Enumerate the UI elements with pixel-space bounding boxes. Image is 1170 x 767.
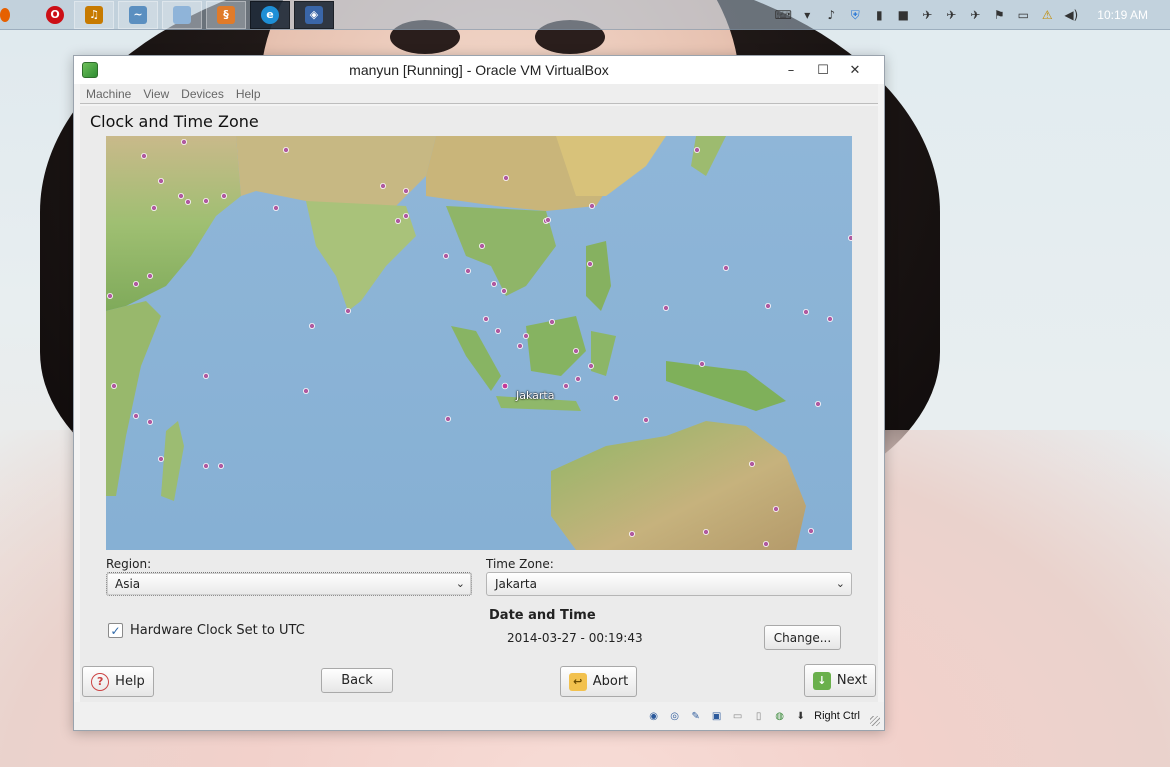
taskbar-clock[interactable]: 10:19 AM <box>1097 8 1148 22</box>
battery-icon[interactable]: ▭ <box>1015 8 1031 22</box>
help-button[interactable]: ? Help <box>82 666 154 697</box>
region-label: Region: <box>106 557 152 571</box>
window-icon[interactable]: ▮ <box>871 8 887 22</box>
chevron-down-icon[interactable]: ▾ <box>799 8 815 22</box>
taskbar-firefox[interactable] <box>0 1 10 29</box>
guest-screen: Clock and Time Zone Jakarta Region: Asia… <box>80 106 878 702</box>
volume-icon[interactable]: ◀) <box>1063 8 1079 22</box>
maximize-icon[interactable]: ☐ <box>808 59 838 81</box>
date-time-value: 2014-03-27 - 00:19:43 <box>507 631 643 645</box>
vm-status-bar: ◉ ◎ ✎ ▣ ▭ ▯ ◍ ⬇ Right Ctrl <box>74 702 884 730</box>
monitor-icon: ~ <box>129 5 147 24</box>
usb-icon[interactable]: ✎ <box>688 709 704 723</box>
display-icon[interactable]: ▯ <box>751 709 767 723</box>
taskbar-opera[interactable]: O <box>40 1 70 29</box>
taskbar: O ♫ ~ § e ◈ ⌨ ▾ ♪ ⛨ ▮ ■ ✈ ✈ ✈ ⚑ ▭ ⚠ ◀) 1… <box>0 0 1170 30</box>
menu-machine[interactable]: Machine <box>86 87 131 101</box>
hard-disk-icon[interactable]: ◉ <box>646 709 662 723</box>
notepad-icon <box>173 5 191 24</box>
virtualbox-logo-icon <box>82 62 98 78</box>
ie-icon: e <box>261 5 279 24</box>
optical-drive-icon[interactable]: ◎ <box>667 709 683 723</box>
abort-button[interactable]: ↩ Abort <box>560 666 637 697</box>
taskbar-virtualbox[interactable]: ◈ <box>294 0 334 29</box>
menu-bar: Machine View Devices Help <box>80 84 878 104</box>
help-button-label: Help <box>115 674 145 689</box>
mouse-integration-icon[interactable]: ◍ <box>772 709 788 723</box>
flag-icon[interactable]: ⚑ <box>991 8 1007 22</box>
menu-view[interactable]: View <box>143 87 169 101</box>
window-title: manyun [Running] - Oracle VM VirtualBox <box>349 62 609 78</box>
taskbar-app[interactable]: § <box>206 0 246 29</box>
network-icon[interactable]: ▣ <box>709 709 725 723</box>
app-icon: § <box>217 5 235 24</box>
taskbar-music-player[interactable]: ♫ <box>74 0 114 29</box>
next-button-label: Next <box>836 673 868 688</box>
window-titlebar[interactable]: manyun [Running] - Oracle VM VirtualBox … <box>74 56 884 84</box>
next-icon: ↓ <box>812 671 831 690</box>
close-icon[interactable]: ✕ <box>840 59 870 81</box>
host-key-icon[interactable]: ⬇ <box>793 709 809 723</box>
keyboard-icon[interactable]: ⌨ <box>775 8 792 22</box>
timezone-select[interactable]: Jakarta ⌄ <box>486 572 852 596</box>
virtualbox-window: manyun [Running] - Oracle VM VirtualBox … <box>73 55 885 731</box>
host-key-label: Right Ctrl <box>814 710 860 722</box>
plane-icon[interactable]: ✈ <box>919 8 935 22</box>
wifi-warning-icon[interactable]: ⚠ <box>1039 8 1055 22</box>
timezone-label: Time Zone: <box>486 557 554 571</box>
map-city-label: Jakarta <box>516 389 555 402</box>
shield-icon[interactable]: ⛨ <box>847 8 863 22</box>
abort-button-label: Abort <box>592 674 629 689</box>
shared-folders-icon[interactable]: ▭ <box>730 709 746 723</box>
virtualbox-icon: ◈ <box>305 5 323 24</box>
world-map-graphic <box>106 136 852 550</box>
region-value: Asia <box>115 577 141 591</box>
taskbar-monitor[interactable]: ~ <box>118 0 158 29</box>
hardware-clock-checkbox[interactable]: ✓ <box>108 623 123 638</box>
bell-icon[interactable]: ♪ <box>823 8 839 22</box>
square-icon[interactable]: ■ <box>895 8 911 22</box>
music-player-icon: ♫ <box>85 5 103 24</box>
change-datetime-button[interactable]: Change... <box>764 625 841 650</box>
resize-grip[interactable] <box>870 716 880 726</box>
help-icon: ? <box>91 672 110 691</box>
timezone-value: Jakarta <box>495 577 537 591</box>
menu-devices[interactable]: Devices <box>181 87 224 101</box>
system-tray: ⌨ ▾ ♪ ⛨ ▮ ■ ✈ ✈ ✈ ⚑ ▭ ⚠ ◀) 10:19 AM <box>771 0 1170 30</box>
firefox-icon <box>0 7 10 22</box>
chevron-down-icon: ⌄ <box>455 577 465 590</box>
timezone-map[interactable]: Jakarta <box>106 136 852 550</box>
region-select[interactable]: Asia ⌄ <box>106 572 472 596</box>
taskbar-ie[interactable]: e <box>250 0 290 29</box>
hardware-clock-label: Hardware Clock Set to UTC <box>130 623 305 638</box>
date-time-title: Date and Time <box>489 608 596 623</box>
abort-icon: ↩ <box>568 672 587 691</box>
chevron-down-icon: ⌄ <box>835 577 845 590</box>
taskbar-notepad[interactable] <box>162 0 202 29</box>
plane-icon-3[interactable]: ✈ <box>967 8 983 22</box>
opera-icon: O <box>46 5 64 24</box>
page-title: Clock and Time Zone <box>90 112 259 131</box>
next-button[interactable]: ↓ Next <box>804 664 876 697</box>
back-button[interactable]: Back <box>321 668 393 693</box>
menu-help[interactable]: Help <box>236 87 261 101</box>
minimize-icon[interactable]: – <box>776 59 806 81</box>
plane-icon-2[interactable]: ✈ <box>943 8 959 22</box>
